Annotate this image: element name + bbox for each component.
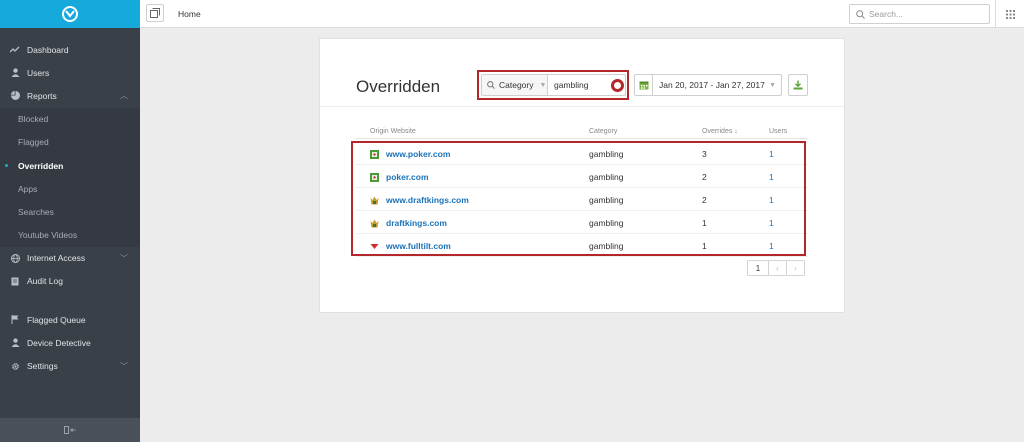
column-header-overrides[interactable]: Overrides ↓ — [702, 128, 738, 135]
sidebar-subitem-searches[interactable]: Searches — [0, 200, 140, 224]
chevron-up-icon: ︿ — [120, 91, 128, 101]
document-icon — [10, 276, 20, 286]
table-header: Origin Website Category Overrides ↓ User… — [356, 125, 808, 139]
flag-icon — [10, 315, 20, 325]
user-icon — [10, 68, 20, 78]
column-header-label: Overrides — [702, 128, 733, 135]
page-arrows: ‹ › — [769, 260, 805, 276]
clear-filter-highlight[interactable] — [611, 79, 624, 92]
column-header-category[interactable]: Category — [589, 128, 617, 135]
download-icon — [793, 80, 803, 90]
calendar-icon — [635, 75, 653, 95]
sidebar-subitem-flagged[interactable]: Flagged — [0, 130, 140, 154]
sidebar-item-device-detective[interactable]: Device Detective — [0, 331, 140, 354]
column-header-origin-website[interactable]: Origin Website — [370, 128, 416, 135]
breadcrumb[interactable]: Home — [178, 9, 201, 19]
page-title: Overridden — [356, 77, 441, 96]
search-input[interactable] — [869, 9, 979, 19]
new-window-button[interactable] — [146, 4, 164, 22]
sidebar-item-label: Flagged Queue — [27, 314, 86, 325]
sidebar-item-flagged-queue[interactable]: Flagged Queue — [0, 308, 140, 331]
globe-icon — [10, 253, 20, 263]
brand-logo-icon — [62, 6, 78, 22]
sidebar-item-audit-log[interactable]: Audit Log — [0, 270, 140, 293]
sidebar-item-label: Users — [27, 67, 50, 78]
sidebar-item-label: Device Detective — [27, 337, 91, 348]
search-icon — [856, 9, 865, 19]
header-divider — [320, 106, 844, 107]
sidebar-subitem-youtube-videos[interactable]: Youtube Videos — [0, 223, 140, 247]
date-range-label: Jan 20, 2017 - Jan 27, 2017 — [659, 80, 765, 90]
sidebar-item-label: Settings — [27, 361, 58, 372]
sidebar-item-label: Dashboard — [27, 44, 69, 55]
export-button[interactable] — [788, 74, 808, 96]
sidebar-item-label: Audit Log — [27, 276, 63, 287]
user-icon — [10, 338, 20, 348]
copy-window-icon — [150, 8, 160, 18]
sidebar-item-label: Internet Access — [27, 253, 86, 264]
gear-icon — [10, 361, 20, 371]
sidebar-item-internet-access[interactable]: Internet Access ﹀ — [0, 247, 140, 270]
chevron-down-icon: ﹀ — [120, 253, 128, 263]
sidebar-subitem-blocked[interactable]: Blocked — [0, 107, 140, 131]
sidebar-subitem-overridden[interactable]: Overridden — [0, 153, 140, 178]
sidebar-item-label: Reports — [27, 90, 57, 101]
sidebar-subitem-apps[interactable]: Apps — [0, 177, 140, 201]
activity-icon — [10, 45, 20, 55]
next-page-button[interactable]: › — [787, 261, 804, 275]
rows-highlight-box — [351, 141, 806, 256]
current-page-button[interactable]: 1 — [747, 260, 769, 276]
global-search[interactable] — [849, 4, 990, 24]
collapse-sidebar-icon[interactable] — [64, 426, 76, 434]
sidebar-footer[interactable] — [0, 418, 140, 442]
sort-down-arrow-icon: ↓ — [734, 128, 738, 135]
date-range-picker[interactable]: Jan 20, 2017 - Jan 27, 2017 ▼ — [634, 74, 782, 96]
filter-highlight-box — [477, 70, 629, 100]
report-card: Overridden Category ▼ gambling Jan 20, 2… — [319, 38, 845, 313]
column-header-users[interactable]: Users — [769, 128, 787, 135]
apps-grid-button[interactable] — [995, 0, 1024, 28]
sidebar-nav: Dashboard Users Reports ︿ Blocked Flagge… — [0, 28, 140, 378]
grid-icon — [1005, 9, 1015, 19]
sidebar: Dashboard Users Reports ︿ Blocked Flagge… — [0, 0, 140, 442]
prev-page-button[interactable]: ‹ — [769, 261, 787, 275]
pagination: 1 ‹ › — [747, 260, 805, 276]
chevron-down-icon: ▼ — [769, 81, 776, 89]
sidebar-item-settings[interactable]: Settings ﹀ — [0, 354, 140, 377]
chevron-down-icon: ﹀ — [120, 361, 128, 371]
sidebar-item-dashboard[interactable]: Dashboard — [0, 38, 140, 61]
sidebar-item-reports[interactable]: Reports ︿ — [0, 84, 140, 107]
pie-chart-icon — [10, 91, 20, 101]
top-bar: Home — [140, 0, 1024, 28]
sidebar-item-users[interactable]: Users — [0, 61, 140, 84]
logo-bar — [0, 0, 140, 28]
